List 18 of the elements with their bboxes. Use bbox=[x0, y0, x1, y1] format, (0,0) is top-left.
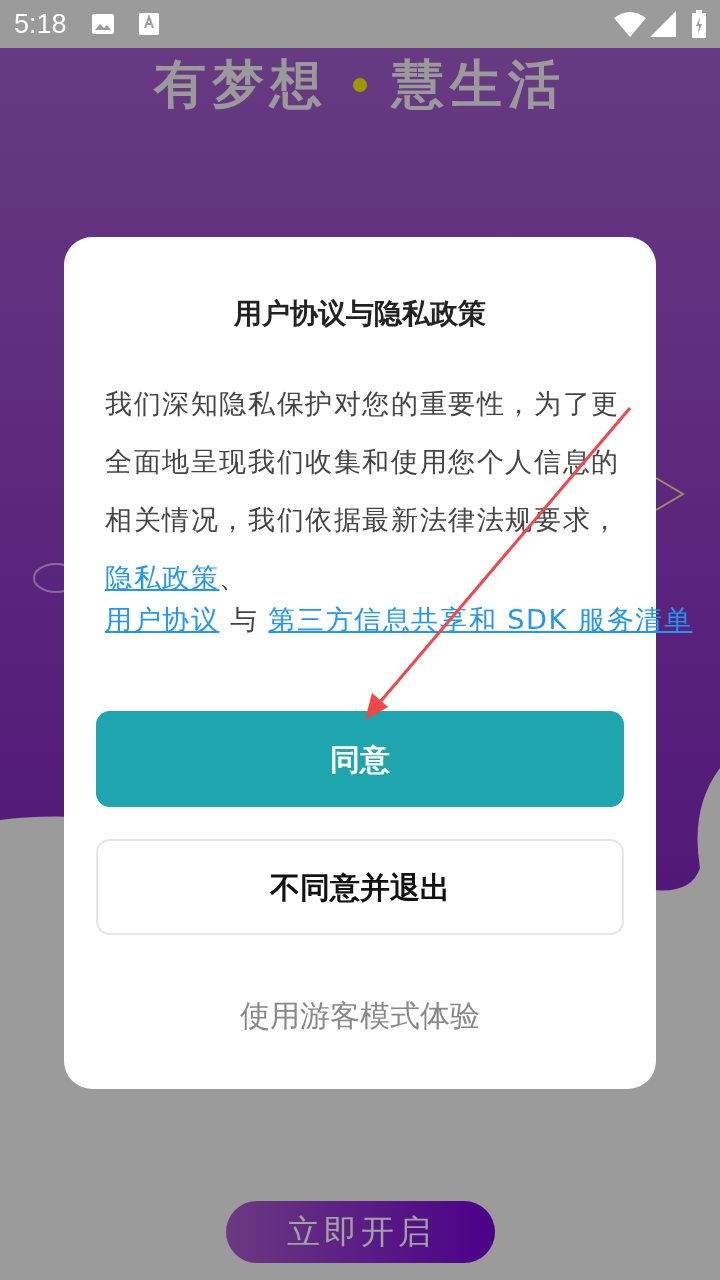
signal-icon bbox=[650, 11, 676, 37]
separator-text: 、 bbox=[219, 562, 248, 593]
dialog-title: 用户协议与隐私政策 bbox=[233, 296, 487, 332]
status-time: 5:18 bbox=[14, 7, 67, 41]
policy-link[interactable]: 隐私政策 bbox=[105, 562, 220, 593]
decline-exit-button[interactable]: 不同意并退出 bbox=[96, 839, 624, 935]
slogan-text: 慧生活 bbox=[392, 56, 566, 114]
policy-link[interactable]: 用户协议 bbox=[105, 604, 220, 635]
agree-button[interactable]: 同意 bbox=[96, 711, 624, 807]
image-icon bbox=[90, 13, 115, 35]
slogan-text: 有梦想 bbox=[154, 56, 328, 114]
start-button[interactable]: 立即开启 bbox=[226, 1201, 495, 1263]
wifi-icon bbox=[614, 11, 646, 37]
dot-icon bbox=[352, 76, 368, 93]
guest-mode-link[interactable]: 使用游客模式体验 bbox=[88, 993, 632, 1038]
battery-icon bbox=[692, 10, 706, 38]
separator-text: 与 bbox=[228, 604, 260, 635]
text-a-icon bbox=[138, 13, 159, 35]
